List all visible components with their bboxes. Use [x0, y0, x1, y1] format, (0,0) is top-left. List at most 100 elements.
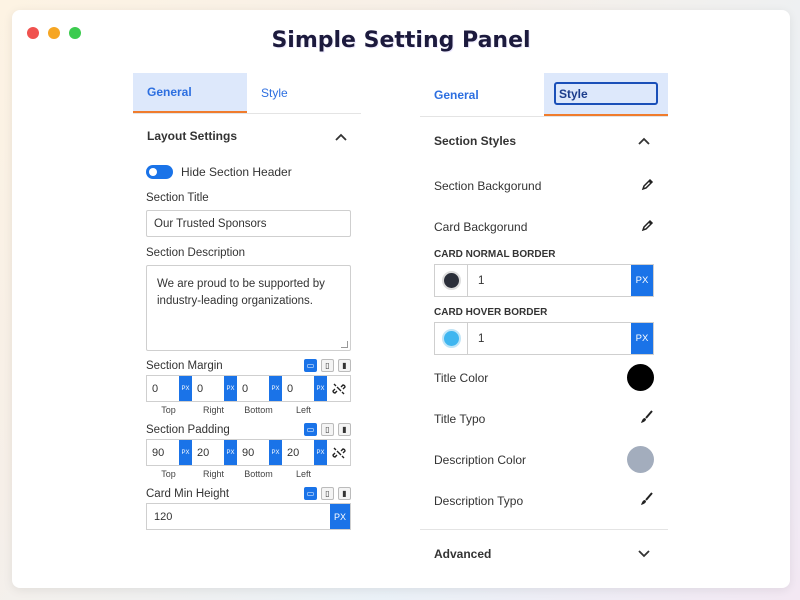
title-typo-row: Title Typo — [420, 398, 668, 439]
card-hover-border-control: 1 PX — [434, 322, 654, 355]
tab-style[interactable]: Style — [247, 73, 361, 113]
desktop-icon[interactable]: ▭ — [304, 359, 317, 372]
padding-bottom-input[interactable]: 90 — [237, 440, 269, 465]
section-description-label: Section Description — [146, 247, 246, 259]
app-title: Simple Setting Panel — [271, 28, 531, 53]
unit-badge[interactable]: PX — [314, 440, 327, 465]
general-settings-panel: General Style Layout Settings Hide Secti… — [133, 73, 361, 578]
padding-top-input[interactable]: 90 — [147, 440, 179, 465]
side-label: Top — [161, 469, 176, 479]
card-normal-border-label: CARD NORMAL BORDER — [434, 249, 556, 260]
hover-border-width-input[interactable]: 1 — [468, 323, 631, 354]
card-normal-border-control: 1 PX — [434, 264, 654, 297]
unit-badge[interactable]: PX — [631, 265, 653, 296]
mobile-icon[interactable]: ▮ — [338, 423, 351, 436]
mobile-icon[interactable]: ▮ — [338, 487, 351, 500]
pencil-icon[interactable] — [641, 219, 654, 235]
side-label: Bottom — [244, 405, 273, 415]
chevron-down-icon[interactable] — [638, 547, 650, 561]
padding-label: Section Padding — [146, 423, 230, 436]
toggle-label: Hide Section Header — [181, 165, 292, 179]
section-heading: Layout Settings — [147, 129, 238, 143]
color-swatch-box[interactable] — [435, 265, 468, 296]
side-label: Top — [161, 405, 176, 415]
unit-badge[interactable]: PX — [224, 440, 237, 465]
min-height-input-group: 120 PX — [146, 503, 351, 530]
normal-border-swatch[interactable] — [441, 271, 461, 290]
responsive-switcher: ▭ ▯ ▮ — [304, 487, 351, 500]
tablet-icon[interactable]: ▯ — [321, 359, 334, 372]
description-color-row: Description Color — [420, 439, 668, 480]
tab-style[interactable]: Style — [544, 73, 668, 116]
margin-side-labels: Top Right Bottom Left — [146, 405, 351, 415]
tablet-icon[interactable]: ▯ — [321, 423, 334, 436]
hide-header-toggle[interactable] — [146, 165, 173, 179]
right-tabs: General Style — [420, 73, 668, 117]
margin-left-input[interactable]: 0 — [282, 376, 314, 401]
row-label: Card Backgorund — [434, 219, 528, 234]
normal-border-width-input[interactable]: 1 — [468, 265, 631, 296]
brush-icon[interactable] — [640, 410, 654, 427]
tab-general[interactable]: General — [420, 73, 544, 116]
margin-top-input[interactable]: 0 — [147, 376, 179, 401]
color-swatch-box[interactable] — [435, 323, 468, 354]
side-label: Left — [295, 405, 311, 415]
card-background-row: Card Backgorund — [420, 206, 668, 247]
desktop-icon[interactable]: ▭ — [304, 487, 317, 500]
row-label: Title Typo — [434, 411, 486, 426]
section-heading: Advanced — [434, 547, 492, 561]
min-height-input[interactable]: 120 — [147, 504, 330, 529]
unit-badge[interactable]: PX — [269, 440, 282, 465]
padding-side-labels: Top Right Bottom Left — [146, 469, 351, 479]
hover-border-swatch[interactable] — [441, 329, 461, 348]
unit-badge[interactable]: PX — [179, 440, 192, 465]
app-window: Simple Setting Panel General Style Layou… — [12, 10, 790, 588]
unit-badge[interactable]: PX — [631, 323, 653, 354]
tab-general[interactable]: General — [133, 73, 247, 113]
unit-badge[interactable]: PX — [224, 376, 237, 401]
section-heading: Section Styles — [434, 134, 517, 148]
unit-badge[interactable]: PX — [179, 376, 192, 401]
hide-header-row: Hide Section Header — [146, 162, 348, 182]
unit-badge[interactable]: PX — [269, 376, 282, 401]
min-height-label: Card Min Height — [146, 487, 230, 500]
section-styles-header[interactable]: Section Styles — [420, 117, 668, 165]
side-label: Right — [202, 469, 224, 479]
section-background-row: Section Backgorund — [420, 165, 668, 206]
advanced-header[interactable]: Advanced — [420, 530, 668, 578]
padding-label-row: Section Padding ▭ ▯ ▮ — [146, 423, 351, 436]
tablet-icon[interactable]: ▯ — [321, 487, 334, 500]
side-label: Left — [295, 469, 311, 479]
chevron-up-icon[interactable] — [335, 128, 347, 144]
padding-left-input[interactable]: 20 — [282, 440, 314, 465]
pencil-icon[interactable] — [641, 178, 654, 194]
margin-label-row: Section Margin ▭ ▯ ▮ — [146, 359, 351, 372]
margin-label: Section Margin — [146, 359, 223, 372]
responsive-switcher: ▭ ▯ ▮ — [304, 359, 351, 372]
description-color-swatch[interactable] — [627, 446, 654, 473]
responsive-switcher: ▭ ▯ ▮ — [304, 423, 351, 436]
unit-badge[interactable]: PX — [314, 376, 327, 401]
card-hover-border-label: CARD HOVER BORDER — [434, 307, 548, 318]
title-color-swatch[interactable] — [627, 364, 654, 391]
row-label: Description Typo — [434, 493, 524, 508]
unlink-icon[interactable] — [327, 376, 350, 401]
section-description-textarea[interactable]: We are proud to be supported by industry… — [146, 265, 351, 351]
margin-right-input[interactable]: 0 — [192, 376, 224, 401]
tab-style-label: Style — [554, 82, 658, 105]
mobile-icon[interactable]: ▮ — [338, 359, 351, 372]
margin-bottom-input[interactable]: 0 — [237, 376, 269, 401]
padding-right-input[interactable]: 20 — [192, 440, 224, 465]
section-title-label: Section Title — [146, 192, 209, 204]
row-label: Title Color — [434, 370, 489, 385]
description-typo-row: Description Typo — [420, 480, 668, 521]
chevron-up-icon[interactable] — [638, 134, 650, 148]
section-title-input[interactable]: Our Trusted Sponsors — [146, 210, 351, 237]
unlink-icon[interactable] — [327, 440, 350, 465]
desktop-icon[interactable]: ▭ — [304, 423, 317, 436]
layout-settings-header[interactable]: Layout Settings — [133, 114, 361, 158]
unit-badge[interactable]: PX — [330, 504, 350, 529]
padding-inputs: 90 PX 20 PX 90 PX 20 PX — [146, 439, 351, 466]
style-settings-panel: General Style Section Styles Section Bac… — [420, 73, 668, 578]
brush-icon[interactable] — [640, 492, 654, 509]
